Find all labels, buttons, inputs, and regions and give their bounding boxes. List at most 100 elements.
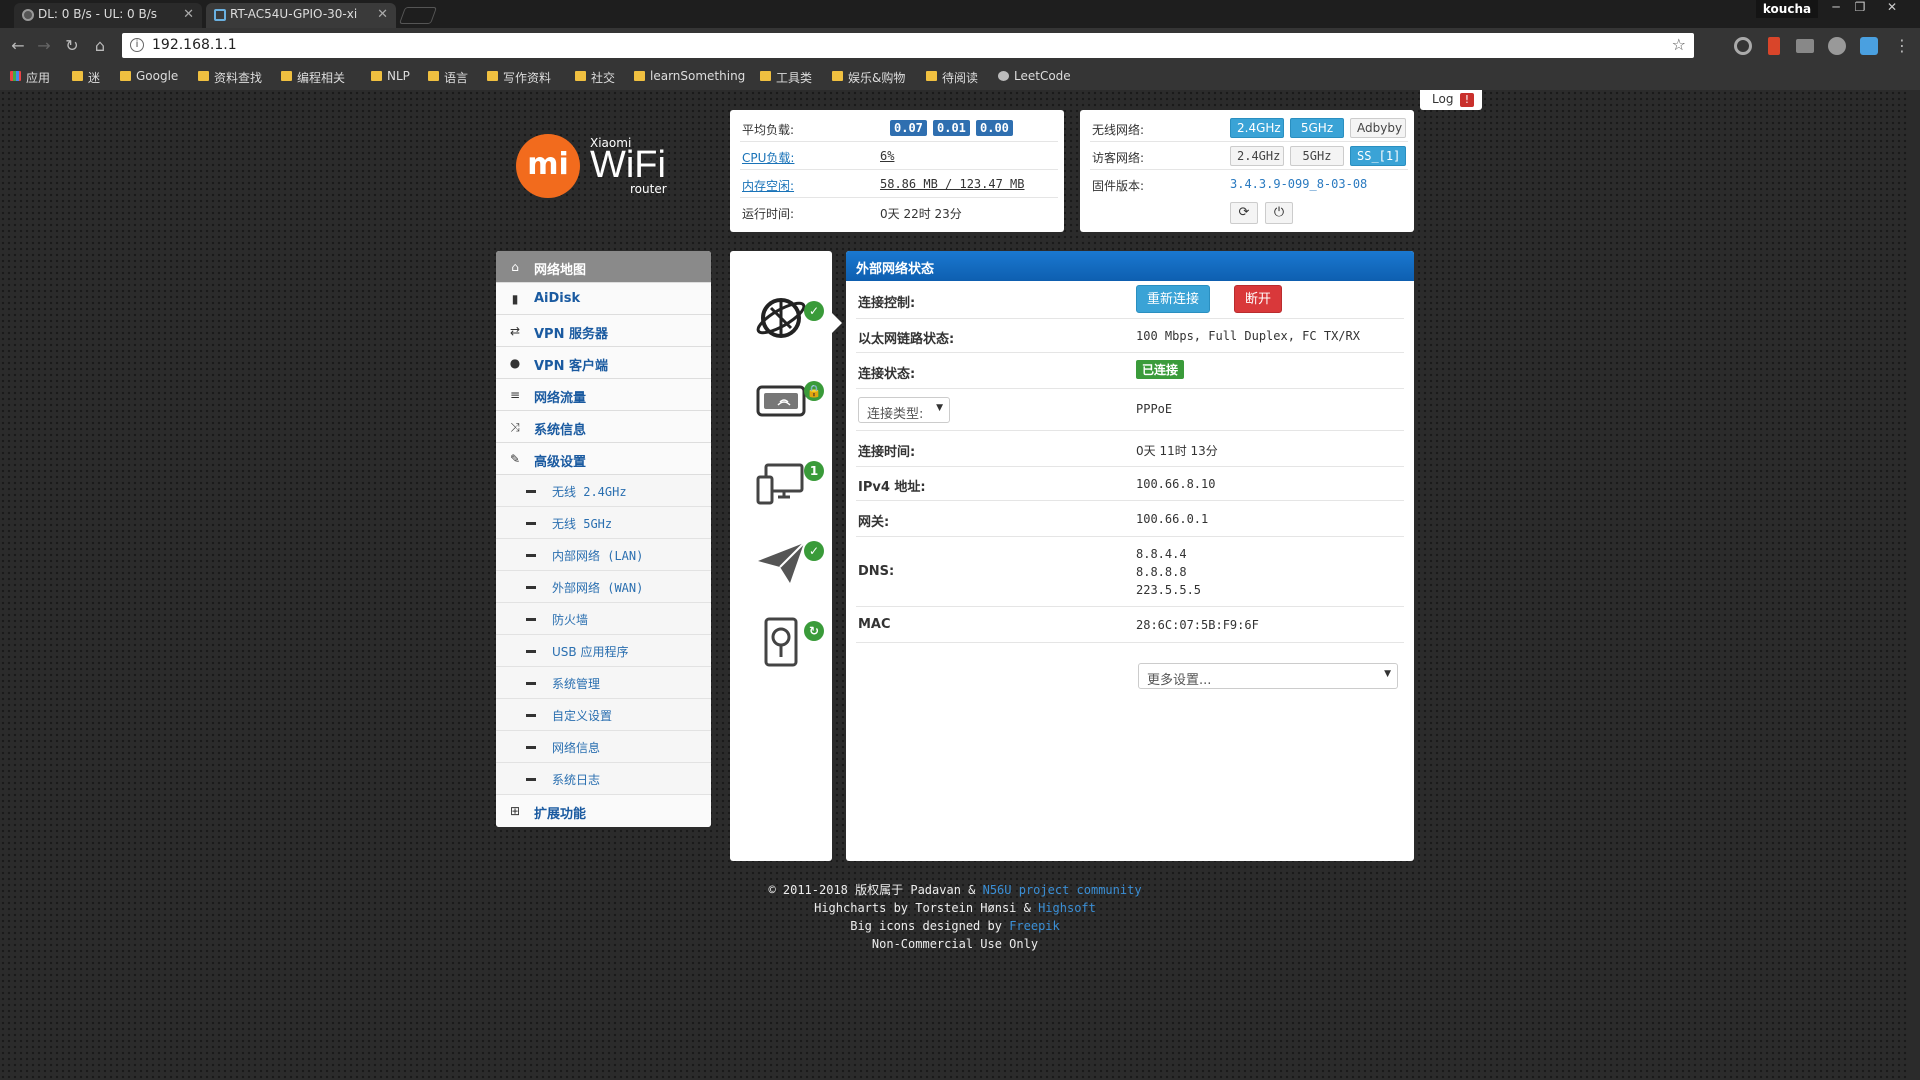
address-bar[interactable]: i 192.168.1.1 ☆ [122, 33, 1694, 58]
page-scrollbar[interactable] [1908, 90, 1920, 1080]
menu-icon[interactable]: ⋮ [1892, 36, 1912, 56]
load-5min: 0.01 [933, 120, 970, 136]
internet-globe-icon[interactable] [754, 291, 808, 345]
sidebar-subitem-custom[interactable]: 自定义设置 [496, 699, 711, 731]
guest-5g-button[interactable]: 5GHz [1290, 146, 1344, 166]
bookmark-item[interactable]: LeetCode [998, 69, 1071, 83]
new-tab-button[interactable] [398, 7, 438, 24]
profile-button[interactable]: koucha [1756, 0, 1818, 18]
extension-icon[interactable] [1860, 37, 1878, 55]
link-status-row: 以太网链路状态: 100 Mbps, Full Duplex, FC TX/RX [856, 319, 1404, 353]
memory-link[interactable]: 内存空闲: [742, 177, 794, 194]
sidebar-subitem-admin[interactable]: 系统管理 [496, 667, 711, 699]
highsoft-link[interactable]: Highsoft [1038, 901, 1096, 915]
address-url[interactable]: 192.168.1.1 [152, 37, 237, 53]
logo-wifi-text: WiFi [590, 144, 666, 186]
sidebar-subitem-lan[interactable]: 内部网络 (LAN) [496, 539, 711, 571]
disk-icon: ▮ [511, 292, 519, 306]
ss-button[interactable]: SS_[1] [1350, 146, 1406, 166]
bookmark-star-icon[interactable]: ☆ [1672, 35, 1686, 54]
adbyby-button[interactable]: Adbyby [1350, 118, 1406, 138]
info-icon[interactable]: i [130, 38, 144, 52]
clients-icon[interactable] [754, 455, 808, 509]
bookmark-item[interactable]: 社交 [575, 69, 615, 86]
sidebar-item-label: AiDisk [534, 291, 581, 306]
bookmark-item[interactable]: 娱乐&购物 [832, 69, 905, 86]
connection-type-select[interactable]: 连接类型: ▼ [858, 397, 950, 423]
sidebar-subitem-wireless-2g[interactable]: 无线 2.4GHz [496, 475, 711, 507]
firmware-value[interactable]: 3.4.3.9-099_8-03-08 [1230, 177, 1367, 191]
extension-icon[interactable] [1828, 37, 1846, 55]
control-label: 连接控制: [858, 296, 916, 311]
firmware-label: 固件版本: [1092, 179, 1145, 193]
paper-plane-icon[interactable] [754, 535, 808, 589]
sidebar-subitem-syslog[interactable]: 系统日志 [496, 763, 711, 795]
bookmark-item[interactable]: Google [120, 69, 178, 83]
router-icon[interactable] [754, 373, 808, 427]
sidebar-item-extensions[interactable]: ⊞ 扩展功能 [496, 795, 711, 827]
shuffle-icon: ⤨ [510, 420, 520, 434]
tab-close-icon[interactable]: ✕ [377, 7, 388, 22]
bookmark-item[interactable]: 语言 [428, 69, 468, 86]
bookmark-item[interactable]: 待阅读 [926, 69, 978, 86]
power-icon[interactable]: ⏻ [1265, 202, 1293, 224]
bookmark-item[interactable]: 资料查找 [198, 69, 262, 86]
dash-icon [526, 522, 536, 525]
sidebar-item-aidisk[interactable]: ▮ AiDisk [496, 283, 711, 315]
freepik-link[interactable]: Freepik [1009, 919, 1060, 933]
load-label: 平均负载: [742, 123, 795, 137]
bookmark-item[interactable]: 工具类 [760, 69, 812, 86]
dash-icon [526, 554, 536, 557]
wifi-2g-button[interactable]: 2.4GHz [1230, 118, 1284, 138]
tab-speed[interactable]: DL: 0 B/s - UL: 0 B/s ✕ [14, 3, 202, 28]
log-alert-badge: ! [1460, 93, 1474, 107]
panel-title: 外部网络状态 [846, 251, 1414, 281]
sidebar-subitem-usb-apps[interactable]: USB 应用程序 [496, 635, 711, 667]
sidebar-subitem-wireless-5g[interactable]: 无线 5GHz [496, 507, 711, 539]
bookmark-item[interactable]: 写作资料 [487, 69, 551, 86]
sidebar-item-network-map[interactable]: ⌂ 网络地图 [496, 251, 711, 283]
extension-icon[interactable] [1734, 37, 1752, 55]
guest-2g-button[interactable]: 2.4GHz [1230, 146, 1284, 166]
reload-icon[interactable]: ↻ [62, 36, 82, 56]
sidebar-item-vpn-client[interactable]: ● VPN 客户端 [496, 347, 711, 379]
sidebar-item-advanced[interactable]: ✎ 高级设置 [496, 443, 711, 475]
extension-icon[interactable] [1768, 37, 1780, 55]
sidebar-subitem-network-info[interactable]: 网络信息 [496, 731, 711, 763]
sidebar-item-vpn-server[interactable]: ⇄ VPN 服务器 [496, 315, 711, 347]
sidebar-item-label: 系统信息 [534, 423, 587, 438]
community-link[interactable]: N56U project community [983, 883, 1142, 897]
dash-icon [526, 650, 536, 653]
refresh-icon[interactable]: ⟳ [1230, 202, 1258, 224]
more-settings-select[interactable]: 更多设置... ▼ [1138, 663, 1398, 689]
sidebar-subitem-firewall[interactable]: 防火墙 [496, 603, 711, 635]
sidebar-subitem-wan[interactable]: 外部网络 (WAN) [496, 571, 711, 603]
bookmark-item[interactable]: 应用 [10, 69, 50, 86]
plane-status-ok-icon: ✓ [804, 541, 824, 561]
disconnect-button[interactable]: 断开 [1234, 285, 1283, 313]
log-button[interactable]: Log ! [1420, 90, 1482, 110]
restore-icon[interactable]: ❐ [1848, 0, 1872, 18]
close-window-icon[interactable]: ✕ [1880, 0, 1904, 18]
wifi-5g-button[interactable]: 5GHz [1290, 118, 1344, 138]
bookmark-item[interactable]: learnSomething [634, 69, 745, 83]
gateway-value: 100.66.0.1 [1136, 512, 1209, 526]
bookmark-item[interactable]: 编程相关 [281, 69, 345, 86]
tab-close-icon[interactable]: ✕ [183, 7, 194, 22]
usb-disk-icon[interactable] [754, 615, 808, 669]
forward-icon[interactable]: → [34, 36, 54, 56]
cpu-link[interactable]: CPU负载: [742, 149, 794, 166]
bookmark-item[interactable]: NLP [371, 69, 410, 83]
sidebar-item-traffic[interactable]: ≡ 网络流量 [496, 379, 711, 411]
reconnect-button[interactable]: 重新连接 [1136, 285, 1211, 313]
sidebar-item-system-info[interactable]: ⤨ 系统信息 [496, 411, 711, 443]
home-icon[interactable]: ⌂ [90, 36, 110, 56]
license-text: Non-Commercial Use Only [871, 937, 1039, 951]
tab-title: RT-AC54U-GPIO-30-xi [230, 7, 358, 21]
tab-router[interactable]: RT-AC54U-GPIO-30-xi ✕ [206, 3, 396, 28]
minimize-icon[interactable]: ─ [1824, 0, 1848, 18]
mail-extension-icon[interactable] [1796, 39, 1814, 53]
sidebar-item-label: VPN 服务器 [534, 327, 608, 342]
bookmark-item[interactable]: 迷 [72, 69, 100, 86]
back-icon[interactable]: ← [8, 36, 28, 56]
